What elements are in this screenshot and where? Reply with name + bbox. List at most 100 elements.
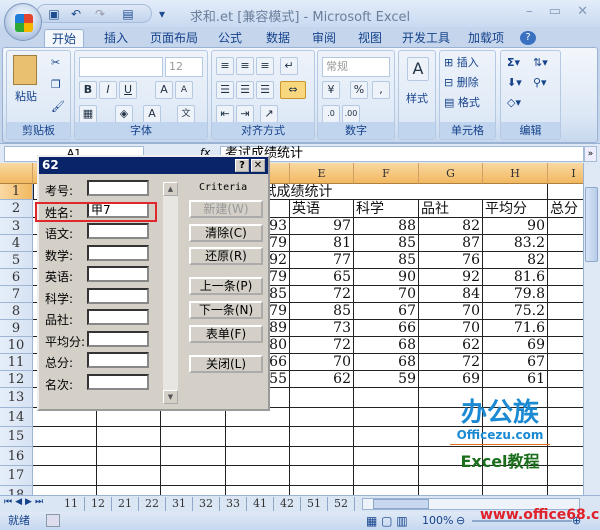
dialog-close-icon[interactable]: ✕ bbox=[251, 159, 265, 172]
column-header-I[interactable]: I bbox=[548, 163, 583, 184]
tab-0[interactable]: 开始 bbox=[44, 29, 84, 49]
data-cell[interactable]: 79.8 bbox=[483, 286, 548, 303]
cell[interactable] bbox=[354, 466, 419, 486]
data-cell[interactable]: 67 bbox=[483, 354, 548, 371]
sheet-tab-12[interactable]: 12 bbox=[85, 497, 112, 511]
row-header-11[interactable]: 11 bbox=[0, 354, 33, 371]
orientation-icon[interactable]: ↗ bbox=[260, 105, 278, 123]
data-cell[interactable]: 72 bbox=[290, 286, 354, 303]
row-header-2[interactable]: 2 bbox=[0, 200, 33, 218]
data-cell[interactable]: 81 bbox=[290, 235, 354, 252]
row-header-15[interactable]: 15 bbox=[0, 427, 33, 447]
cell[interactable] bbox=[548, 408, 583, 427]
data-cell[interactable]: 68 bbox=[354, 354, 419, 371]
align-right-icon[interactable]: ☰ bbox=[256, 81, 274, 99]
cell[interactable] bbox=[290, 466, 354, 486]
row-header-7[interactable]: 7 bbox=[0, 286, 33, 303]
undo-icon[interactable]: ↶ bbox=[69, 7, 83, 21]
sheet-tab-11[interactable]: 11 bbox=[58, 497, 85, 511]
cell[interactable] bbox=[97, 485, 161, 495]
sort-filter-icon[interactable]: ⇅▾ bbox=[533, 55, 548, 71]
column-title-I[interactable]: 总分 bbox=[548, 200, 583, 218]
sheet-tab-22[interactable]: 22 bbox=[139, 497, 166, 511]
delete-cells-button[interactable]: ⊟ 删除 bbox=[444, 75, 479, 91]
styles-icon[interactable]: A bbox=[407, 57, 429, 81]
row-header-5[interactable]: 5 bbox=[0, 252, 33, 269]
zoom-level[interactable]: 100% bbox=[422, 512, 453, 530]
data-cell[interactable]: 66 bbox=[354, 320, 419, 337]
select-all-corner[interactable] bbox=[0, 163, 33, 184]
cell[interactable] bbox=[290, 388, 354, 408]
data-cell[interactable]: 90 bbox=[483, 218, 548, 235]
cell[interactable] bbox=[419, 485, 483, 495]
align-top-icon[interactable]: ≡ bbox=[216, 57, 234, 75]
cell[interactable] bbox=[161, 446, 226, 466]
sheet-tab-52[interactable]: 52 bbox=[328, 497, 355, 511]
data-cell[interactable]: 72 bbox=[419, 354, 483, 371]
data-cell[interactable]: 90 bbox=[354, 269, 419, 286]
sheet-tab-41[interactable]: 41 bbox=[247, 497, 274, 511]
field-input[interactable] bbox=[87, 180, 149, 196]
percent-button[interactable]: % bbox=[350, 81, 368, 99]
cell[interactable] bbox=[354, 427, 419, 447]
scroll-up-icon[interactable]: ▲ bbox=[163, 182, 178, 196]
cell[interactable] bbox=[33, 427, 97, 447]
data-cell[interactable]: 70 bbox=[290, 354, 354, 371]
new-button[interactable]: 新建(W) bbox=[189, 200, 263, 218]
cell[interactable] bbox=[226, 446, 290, 466]
grow-font-icon[interactable]: A bbox=[155, 81, 173, 99]
data-cell[interactable]: 82 bbox=[483, 252, 548, 269]
field-input[interactable] bbox=[87, 352, 149, 368]
column-header-G[interactable]: G bbox=[419, 163, 483, 184]
data-cell[interactable]: 62 bbox=[419, 337, 483, 354]
zoom-out-icon[interactable]: ⊖ bbox=[456, 512, 465, 530]
cell[interactable] bbox=[290, 407, 354, 427]
comma-button[interactable]: , bbox=[372, 81, 390, 99]
cell[interactable] bbox=[548, 337, 583, 354]
fill-color-icon[interactable]: ◈ bbox=[115, 105, 133, 123]
format-cells-button[interactable]: ▤ 格式 bbox=[444, 95, 480, 111]
font-name-select[interactable] bbox=[79, 57, 163, 77]
cell[interactable] bbox=[354, 446, 419, 466]
sheet-tab-21[interactable]: 21 bbox=[112, 497, 139, 511]
column-title-E[interactable]: 英语 bbox=[290, 200, 354, 218]
data-cell[interactable]: 69 bbox=[419, 371, 483, 388]
cell[interactable] bbox=[548, 371, 583, 388]
customize-qat-icon[interactable]: ▾ bbox=[155, 7, 169, 21]
fill-icon[interactable]: ⬇▾ bbox=[507, 75, 522, 91]
border-icon[interactable]: ▦ bbox=[79, 105, 97, 123]
cell[interactable] bbox=[33, 446, 97, 466]
data-cell[interactable]: 72 bbox=[290, 337, 354, 354]
cell[interactable] bbox=[548, 286, 583, 303]
data-cell[interactable]: 68 bbox=[354, 337, 419, 354]
align-center-icon[interactable]: ☰ bbox=[236, 81, 254, 99]
cell[interactable] bbox=[226, 466, 290, 486]
cell[interactable] bbox=[548, 235, 583, 252]
number-format-select[interactable]: 常规 bbox=[322, 57, 390, 77]
align-middle-icon[interactable]: ≡ bbox=[236, 57, 254, 75]
data-cell[interactable]: 70 bbox=[354, 286, 419, 303]
cell[interactable] bbox=[33, 466, 97, 486]
tab-7[interactable]: 开发工具 bbox=[398, 29, 454, 49]
align-left-icon[interactable]: ☰ bbox=[216, 81, 234, 99]
column-title-G[interactable]: 品社 bbox=[419, 200, 483, 218]
wrap-text-icon[interactable]: ↵ bbox=[280, 57, 298, 75]
cell[interactable] bbox=[548, 218, 583, 235]
field-input[interactable] bbox=[87, 309, 149, 325]
styles-button[interactable]: 样式 bbox=[401, 91, 433, 107]
data-cell[interactable]: 85 bbox=[290, 303, 354, 320]
help-icon[interactable]: ? bbox=[520, 31, 536, 45]
insert-cells-button[interactable]: ⊞ 插入 bbox=[444, 55, 479, 71]
font-size-select[interactable]: 12 bbox=[165, 57, 203, 77]
cell[interactable] bbox=[354, 407, 419, 427]
clear-button[interactable]: 清除(C) bbox=[189, 224, 263, 242]
autosum-icon[interactable]: Σ▾ bbox=[507, 55, 520, 71]
normal-view-icon[interactable]: ▦ bbox=[366, 514, 377, 528]
font-color-icon[interactable]: A bbox=[143, 105, 161, 123]
cell[interactable] bbox=[290, 485, 354, 495]
row-header-9[interactable]: 9 bbox=[0, 320, 33, 337]
save-icon[interactable]: ▣ bbox=[47, 7, 61, 21]
cell[interactable] bbox=[33, 485, 97, 495]
data-cell[interactable]: 67 bbox=[354, 303, 419, 320]
cell[interactable] bbox=[548, 466, 583, 486]
